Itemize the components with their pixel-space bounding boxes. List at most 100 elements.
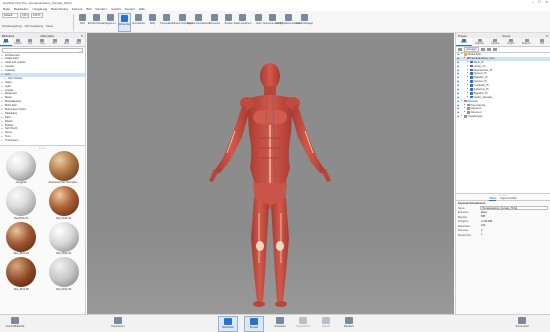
toolbar-button-kamera-zur-cksetzen[interactable]: Kamera zurücksetzen <box>187 13 210 32</box>
material-thumbnail[interactable]: Red.Brick #1 <box>2 186 41 220</box>
project-tab-3[interactable]: Umgeb. <box>503 38 519 46</box>
project-tab-0[interactable]: Szene <box>456 38 472 46</box>
menu-item-3[interactable]: Beleuchtung <box>51 7 68 11</box>
bottom-button-keyshotvr[interactable]: KeyShotVR <box>293 316 313 332</box>
node-label: Nervous_Hi <box>473 72 487 76</box>
collapse-icon[interactable] <box>486 47 491 52</box>
toolbar-button-dolly[interactable]: Dolly <box>146 13 159 32</box>
library-tab-2[interactable]: Text. <box>24 38 36 46</box>
project-tab-4[interactable]: Beleuch. <box>519 38 535 46</box>
property-key: Bauteile <box>458 215 468 219</box>
material-thumbnail[interactable]: Rosewood Sar Herringbo... <box>45 150 84 184</box>
material-name: Red_Brick #2 <box>56 216 72 220</box>
toolbar-button-label: Studios <box>224 22 233 25</box>
project-tab-label: Bild <box>540 42 545 45</box>
property-value[interactable]: Humananatomy_Female_Hi.bip <box>480 206 548 210</box>
zoom-select[interactable]: 100 % <box>31 13 43 18</box>
workspace-select[interactable]: Default <box>2 13 18 18</box>
property-value: 585 <box>481 215 486 219</box>
material-preview-sphere <box>48 257 79 287</box>
material-thumbnail[interactable]: Red_Brick #6 <box>45 257 84 291</box>
material-thumbnail[interactable]: Red_Brick #4 <box>45 221 84 255</box>
close-project-icon[interactable]: ✕ <box>546 34 548 38</box>
library-tab-1[interactable]: Farben <box>12 38 24 46</box>
library-tab-label: Hint. <box>52 42 57 45</box>
category-label: Glass <box>5 80 12 84</box>
menu-item-1[interactable]: Bearbeiten <box>14 7 29 11</box>
options-icon[interactable] <box>492 47 497 52</box>
toolbar-button-verschieben[interactable]: Verschieben <box>132 13 145 32</box>
project-tab-1[interactable]: Material <box>472 38 488 46</box>
subtab-properties[interactable]: Eigenschaften <box>500 197 516 200</box>
library-tab-5[interactable]: Favo. <box>61 38 73 46</box>
toolbar-button-lizenz-manager[interactable]: Lizenz-Manager <box>296 13 313 32</box>
toolbar-button-echtzeit-render[interactable]: Echtzeit-Render <box>88 13 105 32</box>
model-chest-right <box>269 110 287 124</box>
menu-item-8[interactable]: Fenster <box>125 7 135 11</box>
menu-item-2[interactable]: Umgebung <box>33 7 48 11</box>
bottom-button-screenshot[interactable]: Screenshot <box>512 316 532 332</box>
scene-tree-node[interactable]: ◉ ▸ Umgebungen <box>456 115 550 119</box>
toolbar-button-label: Regionen <box>105 22 116 25</box>
material-thumbnail[interactable]: Greygrain <box>2 150 41 184</box>
bottom-button-cloud-bibliothek[interactable]: Cloud-Bibliothek <box>4 316 26 332</box>
expand-icon[interactable] <box>480 47 485 52</box>
bottom-button-label: Rendern <box>344 325 354 328</box>
anatomy-model[interactable] <box>87 33 454 314</box>
bottom-button-importieren[interactable]: Importieren <box>108 316 128 332</box>
menu-item-7[interactable]: Ansicht <box>111 7 121 11</box>
node-icon <box>470 64 473 68</box>
material-thumbnail[interactable]: Red_Brick #5 <box>2 257 41 291</box>
menu-item-0[interactable]: Datei <box>3 7 10 11</box>
toolbar-button-schwenken[interactable]: Schwenken <box>118 13 131 32</box>
node-icon <box>470 88 473 91</box>
library-tab-0[interactable]: Mater. <box>0 38 13 46</box>
node-label: Camera 1 <box>470 107 482 111</box>
menu-item-6[interactable]: Rendern <box>95 7 107 11</box>
category-label: Soft Touch <box>5 127 18 131</box>
display-dropdown[interactable]: Anzeigen <box>464 46 479 53</box>
minimize-button[interactable]: – <box>532 0 534 4</box>
library-search-input[interactable]: ⌕ <box>2 48 83 53</box>
toolbar-button-regionen[interactable]: Regionen <box>104 13 117 32</box>
chevron-right-icon[interactable]: ▸ <box>2 139 3 143</box>
library-tab-4[interactable]: Hint. <box>49 38 61 46</box>
cpu-select[interactable]: CPU <box>20 13 29 18</box>
material-thumbnail[interactable]: Red_Brick #3 <box>2 221 41 255</box>
close-panel-icon[interactable]: ✕ <box>81 34 83 38</box>
menu-item-4[interactable]: Kamera <box>72 7 83 11</box>
project-tab-5[interactable]: Bild <box>534 38 550 46</box>
visibility-icon[interactable]: ◉ <box>457 115 459 119</box>
render-viewport[interactable] <box>87 33 454 314</box>
toolbar-button-konfigurations-assistent[interactable]: Konfigurations-Assistent <box>276 13 301 32</box>
bottom-button-rendern[interactable]: Rendern <box>339 316 359 332</box>
library-tab-label: Mater. <box>2 42 10 45</box>
menu-item-9[interactable]: Hilfe <box>139 7 145 11</box>
library-tab-3[interactable]: Umg. <box>36 38 48 46</box>
category-label: Metal <box>5 96 12 100</box>
geometry-icon <box>211 14 218 21</box>
model-arm-left <box>215 103 249 173</box>
material-preview-sphere <box>48 150 79 181</box>
bottom-button-keyvr[interactable]: KeyVR <box>316 316 336 332</box>
node-label: Camera 2 <box>470 111 482 115</box>
material-thumbnail[interactable]: Red_Brick #2 <box>45 186 84 220</box>
reset-camera-icon <box>195 14 202 21</box>
toolbar-button-studio-speichern[interactable]: Studio speichern <box>234 13 251 32</box>
close-button[interactable]: ✕ <box>545 0 548 4</box>
chevron-right-icon[interactable]: ▸ <box>461 115 462 119</box>
category-item[interactable]: ▸ Translucent <box>0 139 85 143</box>
maximize-button[interactable]: ☐ <box>538 0 541 4</box>
toolbar-button-perspektive[interactable]: Perspektive <box>160 13 173 32</box>
library-tab-6[interactable]: Mod. <box>73 38 85 46</box>
project-tab-2[interactable]: Kamera <box>487 38 503 46</box>
menu-item-5[interactable]: Bild <box>86 7 91 11</box>
toolbar-button-geometrie[interactable]: Geometrie <box>208 13 221 32</box>
filter-icon[interactable] <box>458 47 462 52</box>
bottom-button-animation[interactable]: Animation <box>270 316 290 332</box>
property-key: Materialien <box>458 224 471 228</box>
bottom-button-bibliothek[interactable]: Bibliothek <box>218 316 238 332</box>
bottom-button-projekt[interactable]: Projekt <box>244 316 264 332</box>
subtab-scene[interactable]: Szene <box>489 197 497 201</box>
pause-label[interactable]: Pause <box>46 25 53 28</box>
